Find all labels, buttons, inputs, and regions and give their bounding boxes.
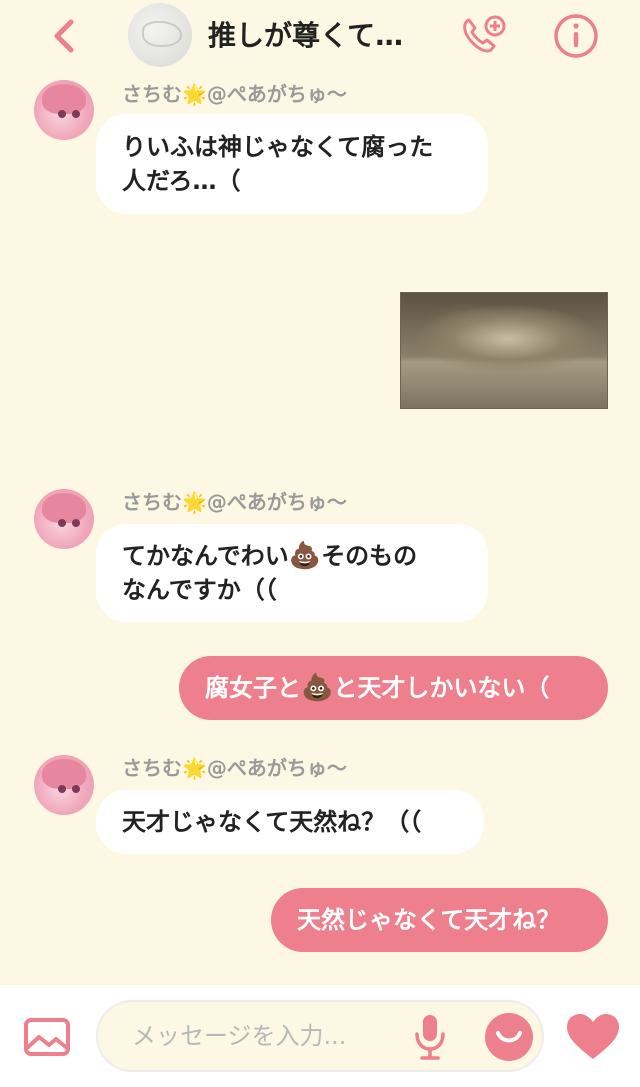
text-segment: そのもの — [321, 542, 418, 570]
phone-add-icon — [463, 15, 506, 53]
sender-avatar[interactable] — [34, 80, 94, 140]
message-bubble-incoming[interactable]: てかなんでわい💩そのもの なんですか（（ — [96, 524, 488, 622]
text-segment: と天才しかいない（ — [333, 674, 550, 702]
sticker-button[interactable] — [485, 1013, 533, 1061]
message-bubble-outgoing[interactable]: 腐女子と 💩 と天才しかいない（ — [179, 656, 608, 720]
text-segment: 腐女子と — [205, 674, 301, 702]
smiley-icon — [496, 1031, 522, 1043]
call-add-button[interactable] — [458, 12, 508, 62]
sender-name-text: さちむ — [122, 756, 182, 780]
like-button[interactable] — [564, 1012, 622, 1062]
info-icon — [554, 14, 598, 58]
message-line: なんですか（（ — [122, 576, 277, 604]
message-text: てかなんでわい💩そのもの なんですか（（ — [122, 539, 417, 607]
star-emoji: 🌟 — [182, 82, 207, 106]
chat-title: 推しが尊くて… — [208, 19, 404, 52]
message-line: 人だろ…（ — [122, 167, 241, 195]
message-text: 天然じゃなくて天才ね？ — [297, 906, 561, 934]
info-button[interactable] — [552, 12, 600, 60]
input-placeholder: メッセージを入力... — [132, 1022, 347, 1050]
sender-name-text: さちむ — [122, 82, 182, 106]
message-text: りいふは神じゃなくて腐った 人だろ…（ — [122, 130, 433, 198]
sender-name: さちむ🌟@ぺあがちゅ～ — [122, 80, 347, 108]
chevron-left-icon — [54, 19, 74, 53]
text-segment: てかなんでわい — [122, 542, 289, 570]
sender-suffix: @ぺあがちゅ～ — [206, 82, 347, 106]
poop-emoji: 💩 — [288, 541, 322, 571]
back-button[interactable] — [44, 14, 84, 58]
heart-icon — [567, 1014, 619, 1059]
group-avatar[interactable] — [128, 3, 192, 67]
sender-name-text: さちむ — [122, 490, 182, 514]
sender-name: さちむ🌟@ぺあがちゅ～ — [122, 754, 347, 782]
star-emoji: 🌟 — [182, 490, 207, 514]
message-text: 天才じゃなくて天然ね？（（ — [122, 808, 422, 836]
sender-suffix: @ぺあがちゅ～ — [206, 756, 347, 780]
message-image[interactable] — [400, 292, 608, 409]
sender-avatar[interactable] — [34, 755, 94, 815]
message-bubble-incoming[interactable]: りいふは神じゃなくて腐った 人だろ…（ — [96, 114, 488, 214]
message-line: りいふは神じゃなくて腐った — [122, 133, 434, 161]
image-button[interactable] — [22, 1015, 72, 1059]
chat-header: 推しが尊くて… — [0, 0, 640, 72]
voice-button[interactable] — [412, 1012, 448, 1062]
sender-suffix: @ぺあがちゅ～ — [206, 490, 347, 514]
message-line: てかなんでわい💩そのもの — [122, 539, 417, 573]
microphone-icon — [415, 1015, 445, 1060]
message-bubble-outgoing[interactable]: 天然じゃなくて天才ね？ — [271, 888, 608, 952]
star-emoji: 🌟 — [182, 756, 207, 780]
image-icon — [24, 1018, 70, 1056]
sender-name: さちむ🌟@ぺあがちゅ～ — [122, 488, 347, 516]
message-input[interactable]: メッセージを入力... — [96, 1000, 544, 1072]
sender-avatar[interactable] — [34, 489, 94, 549]
poop-emoji: 💩 — [301, 673, 334, 703]
message-bubble-incoming[interactable]: 天才じゃなくて天然ね？（（ — [96, 790, 484, 854]
